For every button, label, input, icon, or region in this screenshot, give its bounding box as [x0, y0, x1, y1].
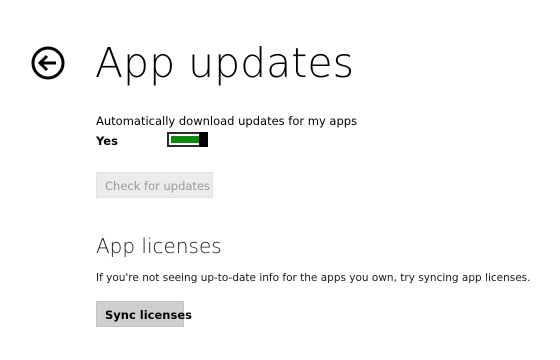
toggle-thumb[interactable]	[199, 132, 208, 147]
toggle-state-label: Yes	[96, 134, 118, 148]
page-title: App updates	[95, 39, 354, 87]
auto-update-label: Automatically download updates for my ap…	[96, 114, 358, 128]
app-licenses-description: If you're not seeing up-to-date info for…	[96, 272, 531, 284]
back-arrow-circle-icon	[31, 46, 65, 80]
auto-update-toggle[interactable]	[167, 132, 208, 147]
app-updates-page: App updates Automatically download updat…	[0, 0, 560, 360]
app-licenses-heading: App licenses	[96, 234, 222, 258]
check-for-updates-button[interactable]: Check for updates	[96, 172, 213, 198]
back-button[interactable]	[31, 46, 65, 80]
sync-licenses-button[interactable]: Sync licenses	[96, 301, 192, 327]
toggle-fill	[171, 136, 201, 143]
